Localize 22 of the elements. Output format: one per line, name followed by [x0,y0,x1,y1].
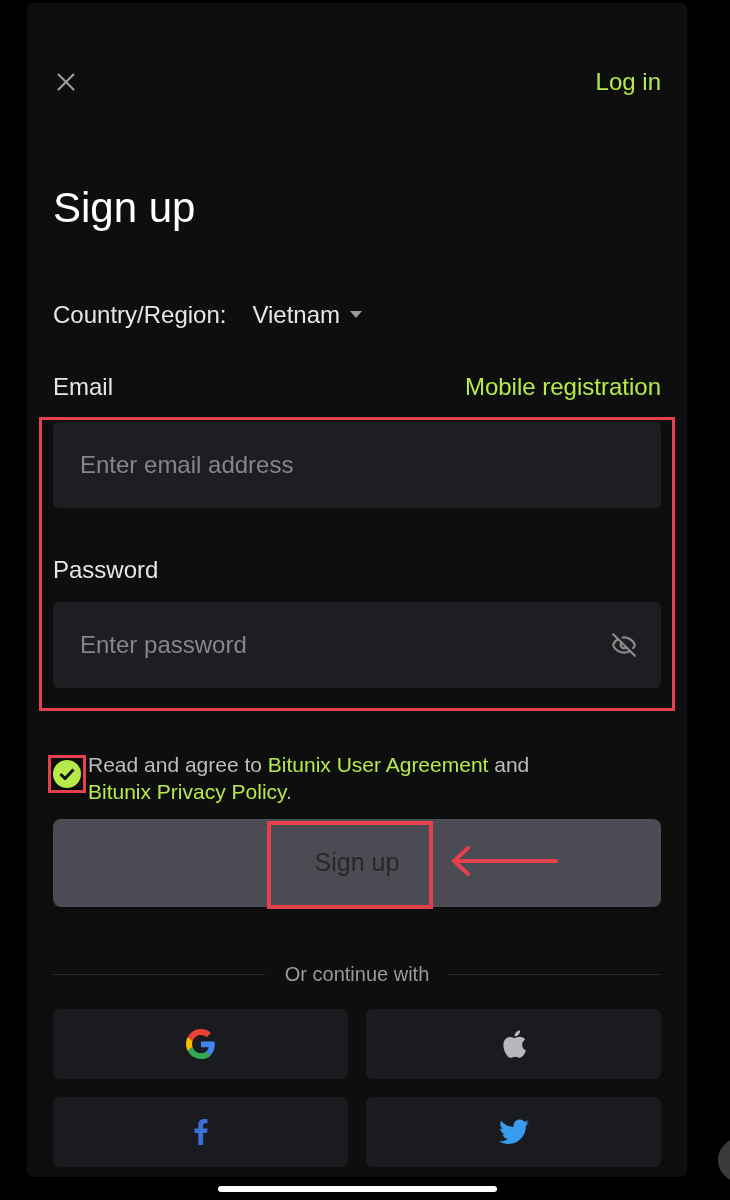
google-icon [185,1029,216,1059]
email-label: Email [53,372,113,402]
agreement-link[interactable]: Bitunix User Agreement [267,753,489,776]
facebook-icon [193,1119,208,1145]
social-login-button[interactable] [366,1097,661,1167]
divider-label: Or continue with [284,962,430,987]
country-label: Country/Region: [53,300,227,330]
apple-icon [500,1029,527,1059]
check-icon [59,768,75,780]
password-field[interactable]: Enter password [53,602,661,688]
agreement-link[interactable]: Bitunix Privacy Policy [88,780,286,803]
log-in-link[interactable]: Log in [595,64,661,100]
agreement-text: Read and agree to Bitunix User Agreement and Bitunix Privacy Policy. [88,752,531,805]
dropdown-caret-icon [350,311,363,319]
mobile-registration-link[interactable]: Mobile registration [464,369,661,405]
password-label: Password [53,555,160,585]
country-dropdown[interactable]: Vietnam [252,297,363,333]
email-field[interactable]: Enter email address [53,422,661,508]
social-login-button[interactable] [53,1009,348,1079]
eye-off-icon[interactable] [611,632,637,658]
bird-icon [498,1119,529,1145]
page-title: Sign up [53,183,197,233]
